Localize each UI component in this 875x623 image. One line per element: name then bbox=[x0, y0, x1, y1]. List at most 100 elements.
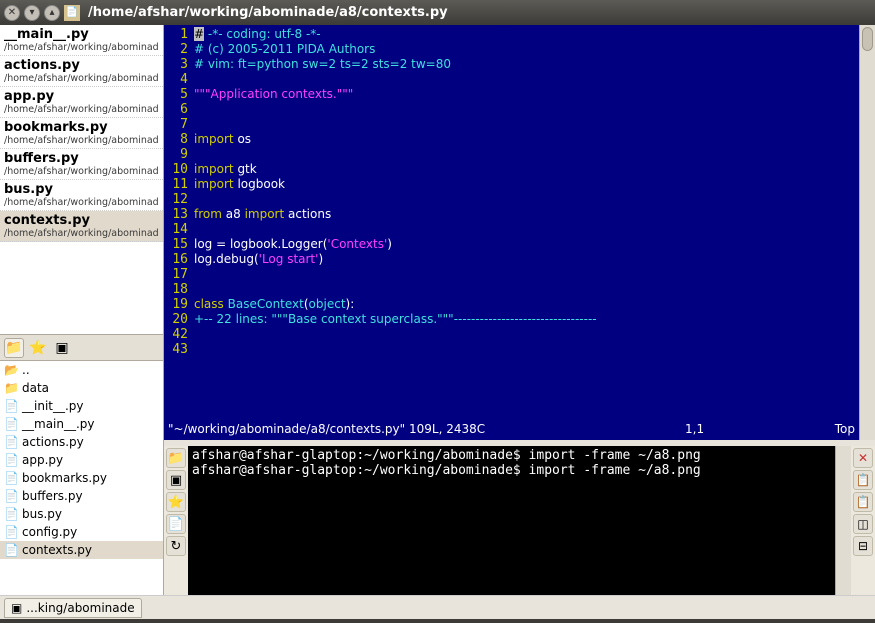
file-tree-item[interactable]: 📁data bbox=[0, 379, 163, 397]
buffer-path: /home/afshar/working/abominade/a8 bbox=[4, 42, 159, 53]
editor-line[interactable]: 9 bbox=[166, 147, 859, 162]
buffer-item[interactable]: bookmarks.py/home/afshar/working/abomina… bbox=[0, 118, 163, 149]
folder-icon[interactable]: 📁 bbox=[166, 448, 186, 468]
editor-line[interactable]: 17 bbox=[166, 267, 859, 282]
maximize-window-icon[interactable]: ▴ bbox=[44, 5, 60, 21]
bottom-tab[interactable]: ▣ ...king/abominade bbox=[4, 598, 142, 618]
line-number: 19 bbox=[166, 297, 194, 312]
file-icon: 📄 bbox=[4, 399, 18, 413]
editor-line[interactable]: 18 bbox=[166, 282, 859, 297]
editor-line[interactable]: 19class BaseContext(object): bbox=[166, 297, 859, 312]
bookmark-tab-icon[interactable]: ⭐ bbox=[28, 338, 48, 358]
editor-scrollbar[interactable] bbox=[859, 25, 875, 440]
editor-body[interactable]: 1# -*- coding: utf-8 -*-2# (c) 2005-2011… bbox=[164, 25, 859, 440]
code-content[interactable]: log.debug('Log start') bbox=[194, 252, 323, 267]
page-icon[interactable]: 📄 bbox=[166, 514, 186, 534]
line-number: 13 bbox=[166, 207, 194, 222]
buffer-name: buffers.py bbox=[4, 151, 159, 166]
folder-tab-icon[interactable]: 📁 bbox=[4, 338, 24, 358]
buffer-item[interactable]: actions.py/home/afshar/working/abominade… bbox=[0, 56, 163, 87]
terminal-scrollbar[interactable] bbox=[835, 446, 851, 595]
editor-line[interactable]: 6 bbox=[166, 102, 859, 117]
editor-line[interactable]: 1# -*- coding: utf-8 -*- bbox=[166, 27, 859, 42]
buffer-name: bus.py bbox=[4, 182, 159, 197]
terminal-icon[interactable]: ▣ bbox=[166, 470, 186, 490]
line-number: 10 bbox=[166, 162, 194, 177]
split-h-icon[interactable]: ⊟ bbox=[853, 536, 873, 556]
terminal[interactable]: afshar@afshar-glaptop:~/working/abominad… bbox=[188, 446, 835, 595]
file-tree-label: bookmarks.py bbox=[22, 471, 107, 485]
terminal-area: 📁 ▣ ⭐ 📄 ↻ afshar@afshar-glaptop:~/workin… bbox=[164, 446, 875, 595]
file-tree-item[interactable]: 📄 __init__.py bbox=[0, 397, 163, 415]
editor-line[interactable]: 3# vim: ft=python sw=2 ts=2 sts=2 tw=80 bbox=[166, 57, 859, 72]
buffer-item[interactable]: contexts.py/home/afshar/working/abominad… bbox=[0, 211, 163, 242]
bookmark-icon[interactable]: ⭐ bbox=[166, 492, 186, 512]
buffer-item[interactable]: bus.py/home/afshar/working/abominade/a8 bbox=[0, 180, 163, 211]
refresh-icon[interactable]: ↻ bbox=[166, 536, 186, 556]
close-window-icon[interactable]: ✕ bbox=[4, 5, 20, 21]
editor-line[interactable]: 12 bbox=[166, 192, 859, 207]
editor-line[interactable]: 5"""Application contexts.""" bbox=[166, 87, 859, 102]
code-content[interactable]: +-- 22 lines: """Base context superclass… bbox=[194, 312, 597, 327]
buffer-item[interactable]: buffers.py/home/afshar/working/abominade… bbox=[0, 149, 163, 180]
file-tree-item[interactable]: 📄contexts.py bbox=[0, 541, 163, 559]
file-tree-label: __init__.py bbox=[22, 399, 84, 413]
editor-line[interactable]: 14 bbox=[166, 222, 859, 237]
editor-scroll-thumb[interactable] bbox=[862, 27, 873, 51]
file-icon: 📄 bbox=[4, 471, 18, 485]
file-tree-label: contexts.py bbox=[22, 543, 92, 557]
terminal-small-icon: ▣ bbox=[11, 601, 22, 615]
copy-icon[interactable]: 📋 bbox=[853, 470, 873, 490]
buffer-name: contexts.py bbox=[4, 213, 159, 228]
editor-line[interactable]: 15log = logbook.Logger('Contexts') bbox=[166, 237, 859, 252]
split-v-icon[interactable]: ◫ bbox=[853, 514, 873, 534]
editor-line[interactable]: 43 bbox=[166, 342, 859, 357]
code-content[interactable]: import os bbox=[194, 132, 251, 147]
file-icon: 📄 bbox=[4, 489, 18, 503]
file-tree[interactable]: 📂..📁data 📄 __init__.py 📄__main__.py📄actions… bbox=[0, 361, 163, 595]
left-pane: __main__.py/home/afshar/working/abominad… bbox=[0, 25, 164, 595]
editor-line[interactable]: 16log.debug('Log start') bbox=[166, 252, 859, 267]
file-icon: 📄 bbox=[4, 507, 18, 521]
editor-line[interactable]: 10import gtk bbox=[166, 162, 859, 177]
editor-line[interactable]: 2# (c) 2005-2011 PIDA Authors bbox=[166, 42, 859, 57]
editor-line[interactable]: 20+-- 22 lines: """Base context supercla… bbox=[166, 312, 859, 327]
line-number: 4 bbox=[166, 72, 194, 87]
file-tree-item[interactable]: 📄actions.py bbox=[0, 433, 163, 451]
editor-line[interactable]: 7 bbox=[166, 117, 859, 132]
code-content[interactable]: from a8 import actions bbox=[194, 207, 331, 222]
file-tree-item[interactable]: 📄 bookmarks.py bbox=[0, 469, 163, 487]
code-content[interactable]: # (c) 2005-2011 PIDA Authors bbox=[194, 42, 375, 57]
editor-line[interactable]: 4 bbox=[166, 72, 859, 87]
code-content[interactable]: """Application contexts.""" bbox=[194, 87, 353, 102]
code-content[interactable]: # vim: ft=python sw=2 ts=2 sts=2 tw=80 bbox=[194, 57, 451, 72]
editor-line[interactable]: 11import logbook bbox=[166, 177, 859, 192]
editor-line[interactable]: 42 bbox=[166, 327, 859, 342]
buffer-name: app.py bbox=[4, 89, 159, 104]
editor[interactable]: 1# -*- coding: utf-8 -*-2# (c) 2005-2011… bbox=[164, 25, 875, 440]
file-tree-item[interactable]: 📄config.py bbox=[0, 523, 163, 541]
code-content[interactable]: log = logbook.Logger('Contexts') bbox=[194, 237, 392, 252]
close-icon[interactable]: ✕ bbox=[853, 448, 873, 468]
file-tree-item[interactable]: 📄app.py bbox=[0, 451, 163, 469]
buffer-list[interactable]: __main__.py/home/afshar/working/abominad… bbox=[0, 25, 163, 335]
minimize-window-icon[interactable]: ▾ bbox=[24, 5, 40, 21]
buffer-path: /home/afshar/working/abominade/a8 bbox=[4, 135, 159, 146]
editor-line[interactable]: 8import os bbox=[166, 132, 859, 147]
code-content[interactable]: class BaseContext(object): bbox=[194, 297, 354, 312]
editor-line[interactable]: 13from a8 import actions bbox=[166, 207, 859, 222]
buffer-item[interactable]: __main__.py/home/afshar/working/abominad… bbox=[0, 25, 163, 56]
code-content[interactable]: # -*- coding: utf-8 -*- bbox=[194, 27, 321, 42]
line-number: 1 bbox=[166, 27, 194, 42]
file-tree-up-label: .. bbox=[22, 363, 30, 377]
file-tree-item[interactable]: 📄buffers.py bbox=[0, 487, 163, 505]
paste-icon[interactable]: 📋 bbox=[853, 492, 873, 512]
code-content[interactable]: import gtk bbox=[194, 162, 257, 177]
file-tree-item[interactable]: 📄__main__.py bbox=[0, 415, 163, 433]
file-tree-item[interactable]: 📄bus.py bbox=[0, 505, 163, 523]
code-content[interactable]: import logbook bbox=[194, 177, 285, 192]
file-tree-up[interactable]: 📂.. bbox=[0, 361, 163, 379]
terminal-tab-icon[interactable]: ▣ bbox=[52, 338, 72, 358]
line-number: 9 bbox=[166, 147, 194, 162]
buffer-item[interactable]: app.py/home/afshar/working/abominade/a8 bbox=[0, 87, 163, 118]
